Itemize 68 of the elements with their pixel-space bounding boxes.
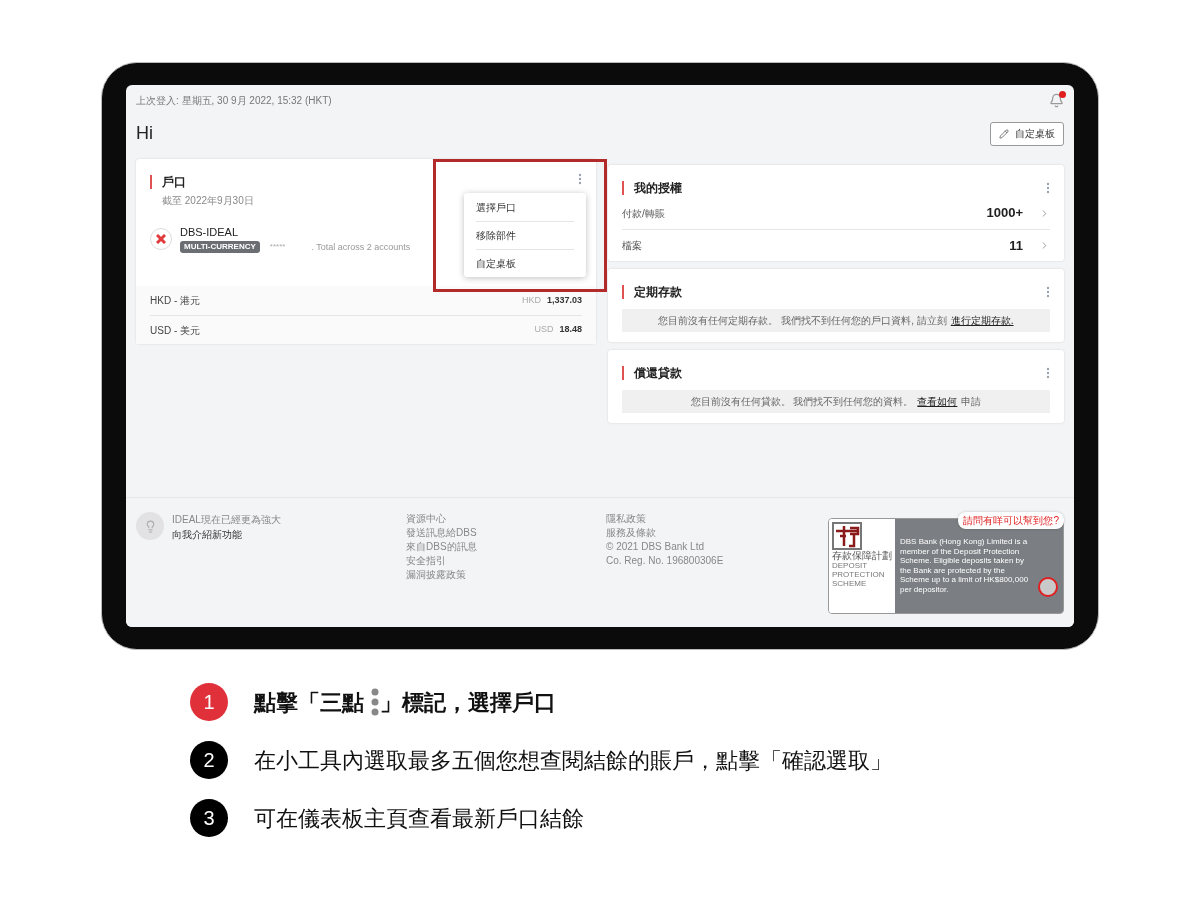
balance-amount: 1,337.03 — [546, 293, 582, 307]
accent-bar — [622, 181, 624, 195]
accent-bar — [622, 366, 624, 380]
card-title: 償還貸款 — [634, 365, 682, 382]
row-label: 檔案 — [622, 239, 643, 253]
step-number: 2 — [190, 741, 228, 779]
menu-item[interactable]: 移除部件 — [476, 221, 574, 249]
masked-balance: ***** — [269, 241, 286, 254]
currency-code: HKD — [521, 293, 541, 307]
footer-link[interactable]: 來自DBS的訊息 — [406, 540, 606, 554]
currency-name: USD - 美元 — [150, 323, 200, 338]
account-tag: MULTI-CURRENCY — [180, 241, 260, 254]
accent-bar — [622, 285, 624, 299]
footer-link[interactable]: 發送訊息給DBS — [406, 526, 606, 540]
card-title: 我的授權 — [634, 180, 682, 197]
menu-item[interactable]: 自定桌板 — [476, 249, 574, 277]
row-label: 付款/轉賬 — [622, 206, 666, 221]
tip-title: IDEAL現在已經更為強大 — [172, 513, 281, 527]
footer-link[interactable]: 資源中心 — [406, 512, 606, 526]
as-of-date: 截至 2022年9月30日 — [162, 194, 254, 208]
more-options-icon[interactable] — [1046, 367, 1050, 379]
notice-link[interactable]: 進行定期存款. — [950, 313, 1014, 328]
step-number: 3 — [190, 799, 228, 837]
footer-text[interactable]: 服務及條款 — [606, 526, 806, 540]
footer-text: © 2021 DBS Bank Ltd — [606, 540, 705, 554]
step-text: 可在儀表板主頁查看最新戶口結餘 — [254, 804, 584, 833]
step-text: 點擊「三點 — [254, 688, 364, 717]
step-text: 在小工具內選取最多五個您想查閱結餘的賬戶，點擊「確認選取」 — [254, 746, 892, 775]
more-options-icon[interactable] — [578, 173, 582, 185]
notice-text: 您目前沒有任何貸款。 我們找不到任何您的資料。 — [690, 395, 914, 409]
account-name: DBS-IDEAL — [180, 225, 240, 240]
last-login-text: 上次登入: 星期五, 30 9月 2022, 15:32 (HKT) — [136, 94, 332, 108]
balance-amount: 18.48 — [559, 323, 582, 337]
scheme-name-en: DEPOSIT — [832, 561, 868, 570]
greeting: Hi — [136, 122, 153, 145]
more-options-icon — [370, 687, 380, 717]
chat-assistant-avatar[interactable] — [1038, 577, 1058, 597]
accent-bar — [150, 175, 152, 189]
scheme-name-zh: 存款保障計劃 — [832, 550, 892, 561]
step-text: 」標記，選擇戶口 — [380, 688, 556, 717]
currency-code: USD — [534, 323, 554, 337]
pencil-icon — [999, 128, 1009, 139]
scheme-note: DBS Bank (Hong Kong) Limited is a member of the Deposit Protection Scheme. Eligible deposits taken by the Bank are protected by the Scheme up to a limit of HK$800,000 per depositor. — [900, 537, 1030, 594]
total-note: . Total across 2 accounts — [311, 240, 411, 254]
notice-link[interactable]: 查看如何 — [917, 394, 958, 409]
bank-logo-icon — [156, 234, 166, 244]
step-number: 1 — [190, 683, 228, 721]
row-count: 11 — [1009, 236, 1023, 255]
tip-link[interactable]: 向我介紹新功能 — [172, 527, 281, 542]
notice-text: 申請 — [961, 395, 982, 409]
footer-text[interactable]: 隱私政策 — [606, 512, 806, 526]
bell-icon[interactable] — [1049, 93, 1064, 108]
currency-name: HKD - 港元 — [150, 294, 200, 308]
footer-link[interactable]: 漏洞披露政策 — [406, 568, 606, 582]
deposit-logo-icon — [832, 522, 862, 550]
more-options-icon[interactable] — [1046, 286, 1050, 298]
footer-text: Co. Reg. No. 196800306E — [606, 554, 725, 568]
customize-button[interactable]: 自定桌板 — [990, 121, 1064, 146]
scheme-name-en: SCHEME — [832, 579, 867, 588]
card-title: 定期存款 — [634, 284, 682, 301]
notice-text: 您目前沒有任何定期存款。 我們找不到任何您的戶口資料, 請立刻 — [658, 314, 947, 328]
scheme-name-en: PROTECTION — [832, 570, 885, 579]
menu-item[interactable]: 選擇戶口 — [476, 193, 574, 221]
more-options-icon[interactable] — [1046, 182, 1050, 194]
card-title: 戶口 — [162, 174, 186, 191]
chat-bubble[interactable]: 請問有咩可以幫到您? — [958, 512, 1064, 529]
row-count: 1000+ — [986, 204, 1023, 223]
footer-link[interactable]: 安全指引 — [406, 554, 606, 568]
